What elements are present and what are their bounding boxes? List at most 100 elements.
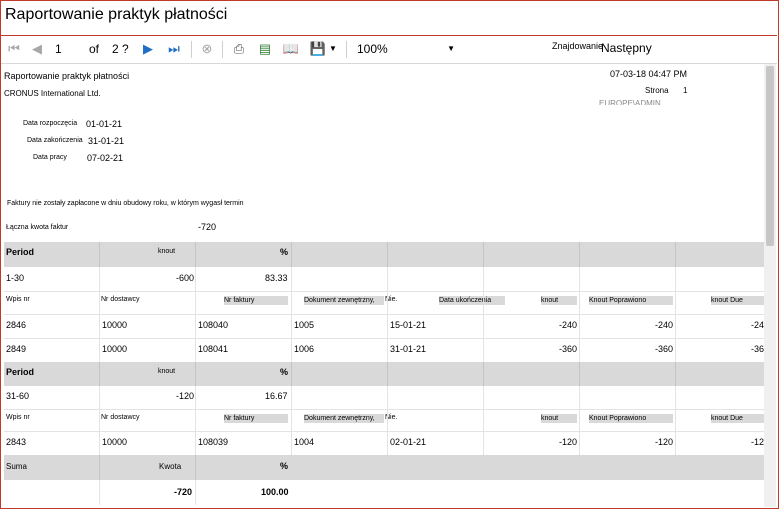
- row-amount-due: -240: [751, 320, 764, 330]
- export-icon[interactable]: 💾: [309, 40, 327, 58]
- find-next-button[interactable]: Następny: [601, 41, 652, 55]
- page-number-input[interactable]: [51, 40, 85, 58]
- report-description: Faktury nie zostały zapłacone w dniu obu…: [7, 200, 244, 207]
- last-page-icon[interactable]: ⏭: [165, 40, 183, 58]
- zoom-select[interactable]: 100% ▼: [357, 40, 459, 58]
- page-label: Strona: [645, 86, 669, 95]
- table-row: 2846 10000 108040 1005 15-01-21 -240 -24…: [4, 315, 764, 338]
- period-amount: -120: [176, 391, 195, 401]
- col-entry: Wpis nr: [6, 296, 30, 303]
- period-header-amount: knout: [158, 247, 194, 256]
- row-amount: -240: [559, 320, 578, 330]
- detail-header-row: Wpis nr Nr dostawcy Nr faktury Dokument …: [4, 410, 764, 431]
- period-header-percent: %: [280, 247, 289, 257]
- row-due-date: 31-01-21: [390, 344, 427, 354]
- param-start-label: Data rozpoczęcia: [23, 120, 78, 127]
- row-amount-due: -360: [751, 344, 764, 354]
- row-invoice: 108040: [198, 320, 229, 330]
- summary-percent-label: %: [280, 461, 289, 471]
- col-vendor: Nr dostawcy: [101, 414, 140, 421]
- export-dropdown-arrow-icon[interactable]: ▼: [329, 40, 337, 58]
- prev-page-icon[interactable]: ◀: [28, 40, 46, 58]
- vertical-scrollbar[interactable]: [764, 64, 776, 507]
- param-end-value: 31-01-21: [88, 136, 125, 146]
- total-value: -720: [198, 222, 217, 232]
- summary-header-row: Suma Kwota %: [4, 455, 764, 480]
- row-corrected: -360: [655, 344, 674, 354]
- period-amount: -600: [176, 273, 195, 283]
- col-amount: knout: [541, 296, 577, 305]
- row-ext-doc: 1004: [294, 437, 315, 447]
- col-invoice: Nr faktury: [224, 296, 288, 305]
- period-percent: 83.33: [265, 273, 288, 283]
- title-bar: Raportowanie praktyk płatności: [1, 1, 777, 36]
- page-layout-icon[interactable]: ▤: [256, 40, 274, 58]
- row-invoice: 108039: [198, 437, 229, 447]
- report-page: Raportowanie praktyk płatności CRONUS In…: [1, 64, 764, 507]
- period-header-amount: knout: [158, 367, 194, 376]
- row-amount: -360: [559, 344, 578, 354]
- row-amount: -120: [559, 437, 578, 447]
- col-amount: knout: [541, 414, 577, 423]
- report-title: Raportowanie praktyk płatności: [4, 71, 130, 81]
- col-entry: Wpis nr: [6, 414, 30, 421]
- row-amount-due: -120: [751, 437, 764, 447]
- row-corrected: -120: [655, 437, 674, 447]
- col-ext-doc: Dokument zewnętrzny,: [304, 296, 384, 305]
- stop-icon[interactable]: ⊗: [198, 40, 216, 58]
- row-due-date: 15-01-21: [390, 320, 427, 330]
- col-amount-due: knout Due: [711, 414, 764, 423]
- report-datetime: 07-03-18 04:47 PM: [610, 69, 688, 79]
- row-entry: 2843: [6, 437, 27, 447]
- row-vendor: 10000: [102, 344, 128, 354]
- col-amount-due: knout Due: [711, 296, 764, 305]
- summary-percent: 100.00: [261, 487, 289, 497]
- row-entry: 2849: [6, 344, 27, 354]
- table-row: 2843 10000 108039 1004 02-01-21 -120 -12…: [4, 432, 764, 455]
- period-row: 31-60 -120 16.67: [4, 386, 764, 409]
- period-value: 31-60: [6, 391, 30, 401]
- row-ext-doc: 1006: [294, 344, 315, 354]
- period-header-percent: %: [280, 367, 289, 377]
- page-of-label: of: [89, 42, 100, 56]
- param-end-label: Data zakończenia: [27, 137, 83, 144]
- col-due-date: Data ukończenia: [439, 296, 505, 305]
- row-invoice: 108041: [198, 344, 229, 354]
- period-value: 1-30: [6, 273, 25, 283]
- row-ext-doc: 1005: [294, 320, 315, 330]
- total-label: Łączna kwota faktur: [6, 224, 69, 231]
- company-name: CRONUS International Ltd.: [4, 89, 101, 98]
- param-start-value: 01-01-21: [86, 119, 123, 129]
- summary-label: Suma: [6, 462, 27, 471]
- scrollbar-thumb[interactable]: [766, 66, 774, 246]
- param-work-value: 07-02-21: [87, 153, 124, 163]
- zoom-value: 100%: [357, 42, 388, 56]
- row-corrected: -240: [655, 320, 674, 330]
- summary-amount-label: Kwota: [159, 462, 182, 471]
- book-icon[interactable]: 📖: [282, 40, 300, 58]
- period-header-label: Period: [6, 247, 35, 257]
- first-page-icon[interactable]: ⏮: [5, 40, 23, 58]
- param-work-label: Data pracy: [33, 154, 67, 161]
- period-header-row: Period knout %: [4, 242, 764, 267]
- col-vendor: Nr dostawcy: [101, 296, 140, 303]
- next-page-icon[interactable]: ▶: [139, 40, 157, 58]
- row-due-date: 02-01-21: [390, 437, 427, 447]
- row-vendor: 10000: [102, 320, 128, 330]
- page-total-label: 2 ?: [112, 42, 129, 56]
- report-toolbar: ⏮ ◀ of 2 ? ▶ ⏭ ⊗ ⎙ ▤ 📖 💾 ▼ 100% ▼ Znajdo…: [1, 36, 777, 64]
- window-title: Raportowanie praktyk płatności: [5, 6, 228, 23]
- period-row: 1-30 -600 83.33: [4, 267, 764, 291]
- col-corrected: Knout Poprawiono: [589, 296, 673, 305]
- chevron-down-icon: ▼: [447, 44, 455, 53]
- period-header-row: Period knout %: [4, 362, 764, 386]
- user-id: EUROPE\ADMIN: [599, 99, 661, 105]
- summary-row: -720 100.00: [4, 480, 764, 505]
- col-corrected: Knout Poprawiono: [589, 414, 673, 423]
- table-row: 2849 10000 108041 1006 31-01-21 -360 -36…: [4, 339, 764, 362]
- row-entry: 2846: [6, 320, 27, 330]
- print-icon[interactable]: ⎙: [230, 40, 248, 58]
- find-label: Znajdowanie: [552, 41, 604, 51]
- period-percent: 16.67: [265, 391, 288, 401]
- col-invoice: Nr faktury: [224, 414, 288, 423]
